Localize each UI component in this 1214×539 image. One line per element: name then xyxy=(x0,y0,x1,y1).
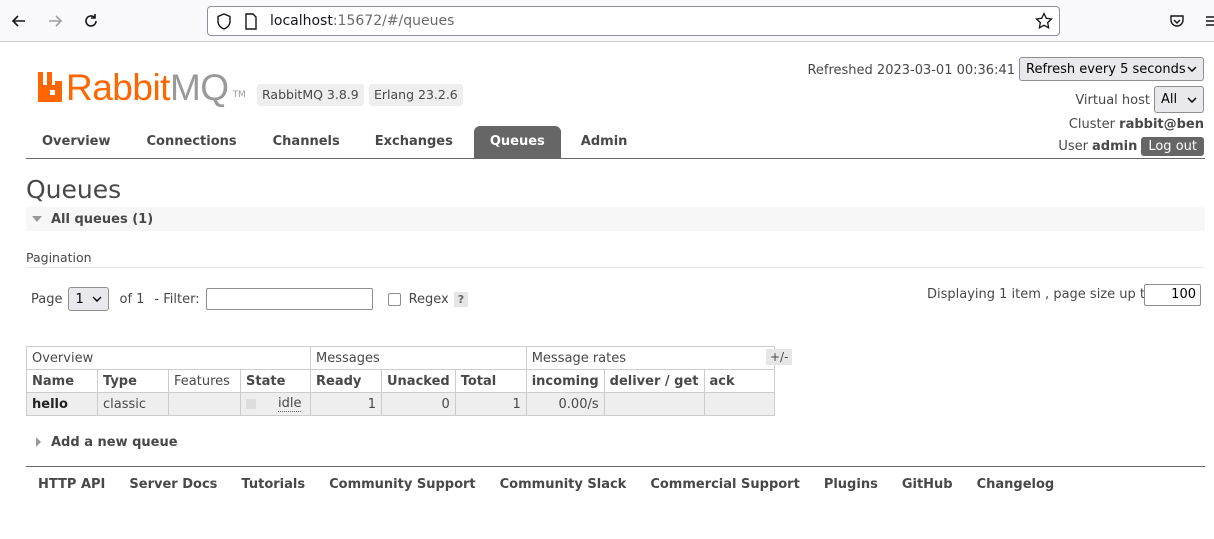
logo-trademark: TM xyxy=(232,90,246,100)
star-icon[interactable] xyxy=(1035,11,1053,34)
footer-divider xyxy=(26,466,1205,467)
col-state[interactable]: State xyxy=(240,369,311,393)
tab-admin[interactable]: Admin xyxy=(565,126,644,158)
footer-link-community-slack[interactable]: Community Slack xyxy=(500,477,627,492)
display-info: Displaying 1 item , page size up to: xyxy=(927,287,1158,302)
col-unacked[interactable]: Unacked xyxy=(381,369,456,393)
menu-icon[interactable] xyxy=(1200,10,1214,32)
logo-mq: MQ xyxy=(169,67,229,108)
page-icon[interactable] xyxy=(244,13,258,34)
rabbitmq-logo[interactable]: RabbitMQ TM xyxy=(36,66,246,106)
queue-name-link[interactable]: hello xyxy=(26,392,98,416)
queue-type: classic xyxy=(97,392,169,416)
queue-state-cell: idle xyxy=(240,392,311,416)
col-name[interactable]: Name xyxy=(26,369,98,393)
filter-label: - Filter: xyxy=(154,291,200,307)
logo-rabbit: Rabbit xyxy=(66,67,170,108)
queue-total: 1 xyxy=(454,392,527,416)
footer-link-plugins[interactable]: Plugins xyxy=(824,477,878,492)
chevron-down-icon xyxy=(1187,66,1197,72)
chevron-down-icon xyxy=(1187,96,1197,103)
page-select[interactable]: 1 xyxy=(68,287,110,311)
queue-incoming-rate: 0.00/s xyxy=(525,392,605,416)
group-message-rates: Message rates xyxy=(525,346,775,370)
browser-toolbar: localhost:15672/#/queues xyxy=(0,0,1214,42)
pagination-divider xyxy=(26,267,1205,268)
page-select-value: 1 xyxy=(75,291,84,307)
state-indicator-icon xyxy=(246,399,256,409)
forward-icon[interactable] xyxy=(44,10,66,32)
footer-link-community-support[interactable]: Community Support xyxy=(329,477,476,492)
main-nav-tabs: Overview Connections Channels Exchanges … xyxy=(26,126,1205,159)
shield-icon[interactable] xyxy=(216,13,232,34)
virtual-host-value: All xyxy=(1161,92,1178,107)
table-row[interactable]: hello classic idle 1 0 1 0.00/s xyxy=(26,392,775,416)
footer-link-http-api[interactable]: HTTP API xyxy=(38,477,105,492)
pocket-icon[interactable] xyxy=(1166,10,1188,32)
tab-queues[interactable]: Queues xyxy=(473,126,561,158)
footer-link-tutorials[interactable]: Tutorials xyxy=(241,477,305,492)
logo-text: RabbitMQ xyxy=(66,69,229,106)
footer-link-server-docs[interactable]: Server Docs xyxy=(129,477,217,492)
expand-triangle-icon[interactable] xyxy=(36,437,41,447)
url-text[interactable]: localhost:15672/#/queues xyxy=(270,13,454,29)
page-count: of 1 xyxy=(119,291,145,307)
queue-state: idle xyxy=(278,396,302,412)
tab-channels[interactable]: Channels xyxy=(257,126,356,158)
queue-features xyxy=(168,392,241,416)
table-column-header-row: Name Type Features State Ready Unacked T… xyxy=(26,369,775,393)
footer-link-commercial-support[interactable]: Commercial Support xyxy=(650,477,800,492)
col-deliver-get[interactable]: deliver / get xyxy=(603,369,705,393)
refresh-interval-value: Refresh every 5 seconds xyxy=(1026,61,1186,77)
col-total[interactable]: Total xyxy=(454,369,527,393)
refreshed-timestamp: Refreshed 2023-03-01 00:36:41 xyxy=(807,63,1015,78)
footer-link-changelog[interactable]: Changelog xyxy=(977,477,1055,492)
all-queues-title[interactable]: All queues (1) xyxy=(51,212,153,227)
page-size-input[interactable]: 100 xyxy=(1144,284,1201,306)
queue-ready: 1 xyxy=(310,392,382,416)
queues-table: Overview Messages Message rates Name Typ… xyxy=(26,346,775,416)
queue-deliver-get-rate xyxy=(603,392,705,416)
tab-overview[interactable]: Overview xyxy=(26,126,127,158)
queue-ack-rate xyxy=(703,392,775,416)
url-host: localhost xyxy=(270,13,333,29)
url-path: :15672/#/queues xyxy=(332,13,455,29)
page-title: Queues xyxy=(26,175,122,204)
add-new-queue-toggle[interactable]: Add a new queue xyxy=(51,435,178,450)
erlang-version-badge: Erlang 23.2.6 xyxy=(369,84,463,106)
refresh-interval-select[interactable]: Refresh every 5 seconds xyxy=(1019,57,1204,81)
col-incoming[interactable]: incoming xyxy=(525,369,605,393)
pagination-controls: Page 1 of 1 - Filter: Regex ? xyxy=(31,287,469,311)
back-icon[interactable] xyxy=(8,10,30,32)
url-bar[interactable]: localhost:15672/#/queues xyxy=(207,6,1060,36)
rabbitmq-version-badge: RabbitMQ 3.8.9 xyxy=(257,84,364,106)
queue-unacked: 0 xyxy=(381,392,456,416)
regex-label: Regex xyxy=(408,291,449,307)
chevron-down-icon xyxy=(92,296,103,302)
reload-icon[interactable] xyxy=(80,10,102,32)
virtual-host-select[interactable]: All xyxy=(1154,86,1204,113)
tab-exchanges[interactable]: Exchanges xyxy=(359,126,469,158)
col-type[interactable]: Type xyxy=(97,369,169,393)
table-group-header-row: Overview Messages Message rates xyxy=(26,346,775,370)
col-ready[interactable]: Ready xyxy=(310,369,382,393)
col-features[interactable]: Features xyxy=(168,369,241,393)
footer-links: HTTP API Server Docs Tutorials Community… xyxy=(38,477,1054,492)
virtual-host-label: Virtual host xyxy=(1075,93,1150,108)
tab-connections[interactable]: Connections xyxy=(131,126,253,158)
pagination-label: Pagination xyxy=(26,250,92,265)
column-toggle-button[interactable]: +/- xyxy=(766,349,793,365)
rabbit-logo-icon xyxy=(38,72,62,102)
regex-checkbox[interactable] xyxy=(387,292,401,306)
collapse-triangle-icon[interactable] xyxy=(32,216,42,222)
filter-input[interactable] xyxy=(205,288,373,310)
group-overview: Overview xyxy=(26,346,311,370)
footer-link-github[interactable]: GitHub xyxy=(902,477,953,492)
all-queues-section-header[interactable] xyxy=(26,207,1205,231)
col-ack[interactable]: ack xyxy=(703,369,775,393)
regex-help-button[interactable]: ? xyxy=(453,291,469,307)
page-label: Page xyxy=(31,291,63,307)
group-messages: Messages xyxy=(310,346,527,370)
